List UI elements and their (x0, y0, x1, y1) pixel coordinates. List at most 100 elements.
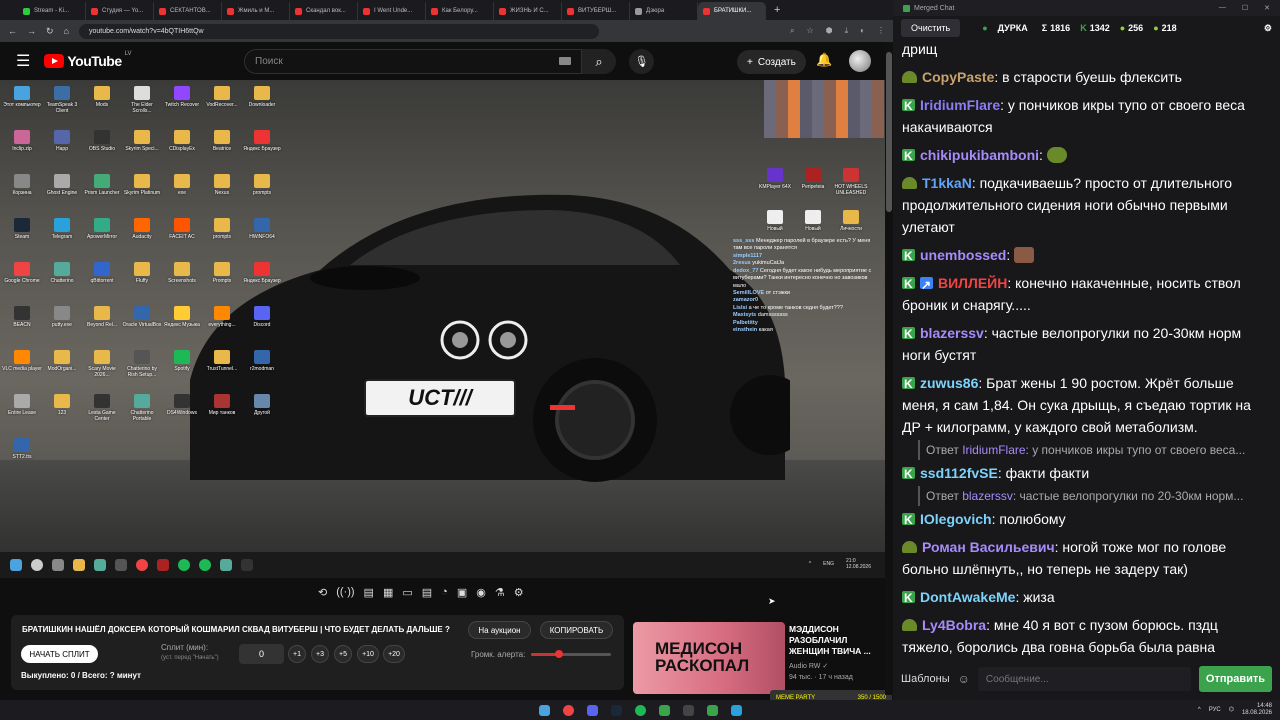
chat-username[interactable]: ВИЛЛЕЙН (938, 275, 1007, 291)
search-icon[interactable]: ⌕ (790, 26, 794, 36)
emoji-icon[interactable]: ☺ (958, 672, 970, 686)
chrome-icon[interactable] (562, 704, 574, 716)
control-button-icon[interactable]: ((·)) (336, 586, 354, 599)
chat-username[interactable]: CopyPaste (922, 69, 994, 85)
network-icon[interactable]: ⌬ (1229, 706, 1234, 713)
start-split-button[interactable]: НАЧАТЬ СПЛИТ (21, 645, 98, 663)
chat-username[interactable]: unembossed (920, 247, 1006, 263)
page-scrollbar[interactable] (885, 42, 893, 695)
maximize-icon[interactable]: ☐ (1242, 4, 1248, 12)
volume-knob[interactable] (555, 650, 563, 658)
increment-button[interactable]: +10 (357, 645, 379, 663)
kick-icon[interactable] (658, 704, 670, 716)
browser-tab[interactable]: ВИТУБЕРШ... (562, 2, 630, 20)
browser-tab[interactable]: Студия — Yo... (86, 2, 154, 20)
message-input[interactable]: Сообщение... (977, 667, 1191, 691)
browser-tab[interactable]: ЖИЗНЬ И С... (494, 2, 562, 20)
increment-button[interactable]: +5 (334, 645, 352, 663)
chat-username[interactable]: chikipukibamboni (920, 147, 1039, 163)
browser-tab[interactable]: I Went Unde... (358, 2, 426, 20)
control-button-icon[interactable]: ◉ (476, 586, 486, 599)
app-icon (134, 350, 150, 364)
auction-button[interactable]: На аукцион (468, 621, 531, 639)
control-button-icon[interactable]: ▦ (383, 586, 393, 599)
control-button-icon[interactable]: ◔ (441, 586, 448, 599)
voice-search-button[interactable]: 🎙 (629, 49, 654, 74)
reload-icon[interactable]: ↻ (46, 26, 54, 37)
create-button[interactable]: + Создать (737, 50, 806, 74)
browser-tab[interactable]: Жмиль и М... (222, 2, 290, 20)
clock[interactable]: 14:48 18.08.2026 (1242, 703, 1272, 716)
telegram-icon[interactable] (730, 704, 742, 716)
avatar[interactable] (849, 50, 871, 72)
new-tab-button[interactable]: + (774, 4, 780, 16)
forward-icon[interactable]: → (27, 26, 36, 36)
scrollbar-thumb[interactable] (886, 52, 892, 212)
youtube-logo[interactable]: YouTube LV (44, 51, 132, 69)
profile-icon[interactable]: ◐ (860, 26, 865, 36)
chat-username[interactable]: IridiumFlare (920, 97, 1000, 113)
templates-button[interactable]: Шаблоны (901, 673, 950, 685)
notifications-bell-icon[interactable]: 🔔 (816, 52, 832, 68)
chat-username[interactable]: blazerssv (920, 325, 984, 341)
browser-tab[interactable]: Дзюра (630, 2, 698, 20)
chat-username[interactable]: Роман Васильевич (922, 539, 1055, 555)
control-button-icon[interactable]: ▤ (422, 586, 432, 599)
clear-button[interactable]: Очистить (901, 19, 961, 37)
control-button-icon[interactable]: ▭ (402, 586, 412, 599)
search-button[interactable]: ⌕ (582, 49, 616, 74)
minimize-icon[interactable]: — (1219, 4, 1226, 12)
windows-start-icon[interactable] (538, 704, 550, 716)
increment-button[interactable]: +3 (311, 645, 329, 663)
settings-gear-icon[interactable]: ⚙ (1264, 23, 1272, 34)
alert-volume-slider[interactable] (531, 650, 611, 658)
chat-username[interactable]: ssd112fvSE (920, 465, 998, 481)
keyboard-icon[interactable] (559, 57, 571, 65)
split-minutes-input[interactable]: 0 (239, 644, 284, 664)
extension-icon[interactable]: ⬢ (826, 26, 833, 36)
send-button[interactable]: Отправить (1198, 666, 1272, 692)
channel-name[interactable]: Audio RW (789, 663, 820, 670)
close-icon[interactable]: ✕ (1264, 4, 1270, 12)
increment-button[interactable]: +20 (383, 645, 405, 663)
menu-icon[interactable]: ⋮ (877, 26, 885, 36)
increment-button[interactable]: +1 (288, 645, 306, 663)
reply-reference[interactable]: Ответ blazerssv: частые велопрогулки по … (918, 486, 1271, 506)
input-language[interactable]: РУС (1209, 707, 1221, 713)
chevron-up-icon[interactable]: ^ (1198, 707, 1201, 713)
chat-username[interactable]: IOlegovich (920, 511, 992, 527)
desktop-icon-label: TrustTunnel... (206, 366, 238, 372)
recommended-video[interactable]: МЕДИСОН РАСКОПАЛ МЭДДИСОН РАЗОБЛАЧИЛ ЖЕНЩ… (633, 622, 883, 694)
chat-username[interactable]: Ly4Bobra (922, 617, 986, 633)
chat-username[interactable]: T1kkaN (922, 175, 972, 191)
home-icon[interactable]: ⌂ (64, 26, 69, 36)
browser-tab[interactable]: Скандал вок... (290, 2, 358, 20)
back-icon[interactable]: ← (8, 26, 17, 36)
chat-username[interactable]: zuwus86 (920, 375, 978, 391)
browser-tab[interactable]: Как Белору... (426, 2, 494, 20)
discord-icon[interactable] (586, 704, 598, 716)
browser-tab[interactable]: СЕКТАНТОВ... (154, 2, 222, 20)
copy-button[interactable]: КОПИРОВАТЬ (540, 621, 613, 639)
control-button-icon[interactable]: ⚙ (514, 586, 524, 599)
control-button-icon[interactable]: ⚗ (495, 586, 505, 599)
steam-icon[interactable] (610, 704, 622, 716)
control-button-icon[interactable]: ▣ (457, 586, 467, 599)
recommended-title[interactable]: МЭДДИСОН РАЗОБЛАЧИЛ ЖЕНЩИН ТВИЧА ... (789, 624, 881, 657)
download-icon[interactable]: ⤓ (845, 26, 849, 36)
video-thumbnail[interactable]: МЕДИСОН РАСКОПАЛ (633, 622, 785, 694)
control-button-icon[interactable]: ▤ (364, 586, 374, 599)
chat-app-icon[interactable] (706, 704, 718, 716)
hamburger-menu-icon[interactable]: ☰ (16, 51, 30, 71)
browser-tab[interactable]: Stream - Ki... (18, 2, 86, 20)
url-field[interactable]: youtube.com/watch?v=4bQTIH6ttQw (78, 23, 599, 39)
obs-icon[interactable] (682, 704, 694, 716)
spotify-icon[interactable] (634, 704, 646, 716)
search-input[interactable]: Поиск (244, 49, 582, 74)
reply-reference[interactable]: Ответ IridiumFlare: у пончиков икры тупо… (918, 440, 1271, 460)
control-button-icon[interactable]: ⟲ (318, 586, 327, 599)
video-player[interactable]: UCT/// Этот компьютер TeamSpeak 3 Client M… (0, 80, 885, 578)
chat-username[interactable]: DontAwakeMe (920, 589, 1015, 605)
star-icon[interactable]: ☆ (806, 26, 813, 36)
browser-tab[interactable]: БРАТИШКИ... (698, 2, 766, 20)
